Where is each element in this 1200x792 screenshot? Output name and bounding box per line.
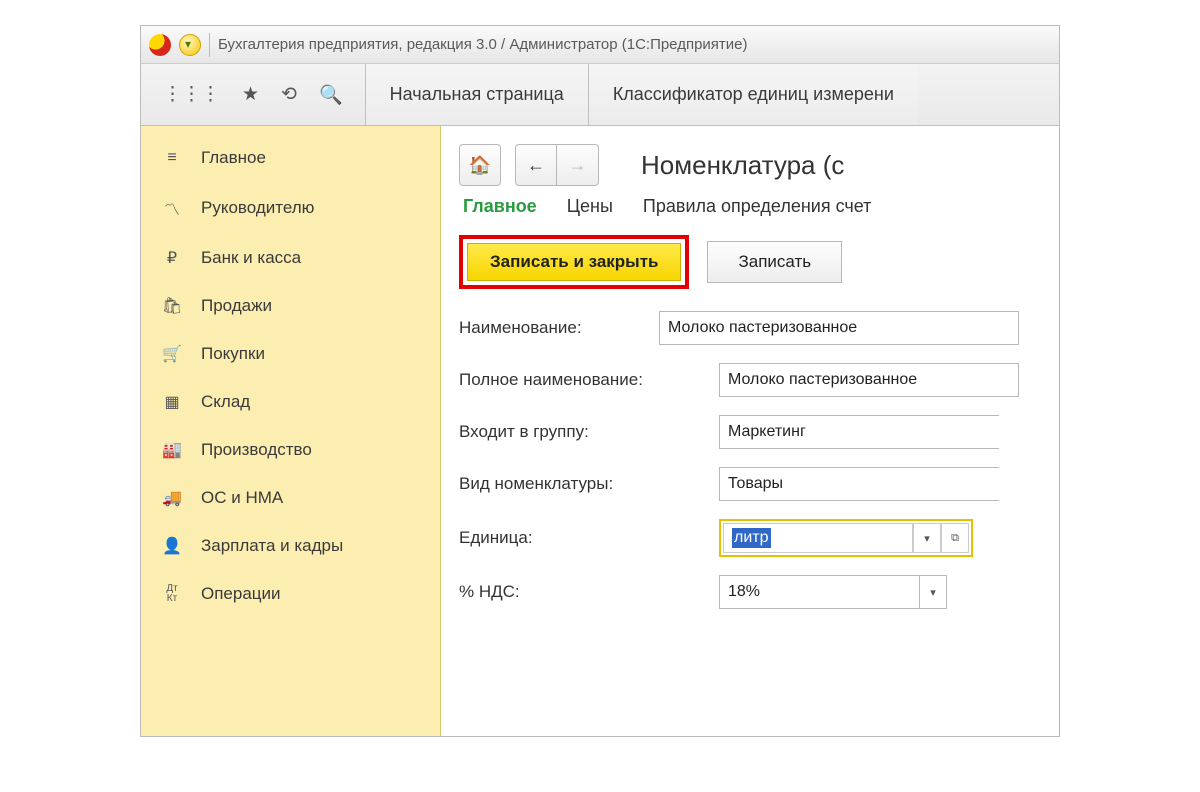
sidebar-item-operations[interactable]: ДтКт Операции [141,570,440,618]
history-icon[interactable]: ⟲ [281,83,297,106]
person-icon: 👤 [161,536,183,556]
page-title: Номенклатура (с [641,150,844,181]
search-icon[interactable]: 🔍 [319,83,343,107]
save-button[interactable]: Записать [707,241,842,283]
back-button[interactable]: ← [515,144,557,186]
highlight-frame: Записать и закрыть [459,235,689,289]
dropdown-icon[interactable] [179,34,201,56]
sidebar-item-label: Производство [201,440,312,460]
sidebar-item-assets[interactable]: 🚚 ОС и НМА [141,474,440,522]
vat-combo[interactable]: 18% ▾ [719,575,947,609]
tab-start-page[interactable]: Начальная страница [365,64,588,125]
sidebar-item-label: Покупки [201,344,265,364]
tabbar: ⋮⋮⋮ ★ ⟲ 🔍 Начальная страница Классификат… [141,64,1059,126]
sidebar-item-label: Руководителю [201,198,314,218]
unit-value-selected: литр [732,528,771,548]
factory-icon: 🏭 [161,440,183,460]
name-label: Наименование: [459,318,659,338]
titlebar: Бухгалтерия предприятия, редакция 3.0 / … [141,26,1059,64]
bag-icon: 🛍 [161,296,183,316]
name-input[interactable]: Молоко пастеризованное [659,311,1019,345]
sidebar-item-warehouse[interactable]: ▦ Склад [141,378,440,426]
window-title: Бухгалтерия предприятия, редакция 3.0 / … [218,36,748,53]
cart-icon: 🛒 [161,344,183,364]
main-content: 🏠 ← → Номенклатура (с Главное Цены Прави… [441,126,1059,736]
ruble-icon: ₽ [161,248,183,268]
sidebar-item-bank[interactable]: ₽ Банк и касса [141,234,440,282]
separator [209,33,210,57]
star-icon[interactable]: ★ [242,83,259,106]
subnav: Главное Цены Правила определения счет [463,196,1059,217]
tab-classifier[interactable]: Классификатор единиц измерени [588,64,918,125]
type-input[interactable]: Товары [719,467,999,501]
subnav-prices[interactable]: Цены [567,196,613,217]
unit-highlight: литр ▾ ⧉ [719,519,973,557]
apps-icon[interactable]: ⋮⋮⋮ [163,83,220,106]
vat-input[interactable]: 18% [719,575,919,609]
type-combo[interactable]: Товары [719,467,999,501]
group-combo[interactable]: Маркетинг [719,415,999,449]
unit-dropdown-icon[interactable]: ▾ [913,523,941,553]
tabbar-icon-group: ⋮⋮⋮ ★ ⟲ 🔍 [141,64,365,125]
dtkt-icon: ДтКт [161,584,183,604]
unit-open-icon[interactable]: ⧉ [941,523,969,553]
menu-icon: ≡ [161,149,183,167]
sidebar-item-hr[interactable]: 👤 Зарплата и кадры [141,522,440,570]
vat-label: % НДС: [459,582,719,602]
truck-icon: 🚚 [161,488,183,508]
window-frame: Бухгалтерия предприятия, редакция 3.0 / … [140,25,1060,737]
group-label: Входит в группу: [459,422,719,442]
group-input[interactable]: Маркетинг [719,415,999,449]
unit-label: Единица: [459,528,719,548]
sidebar-item-label: Банк и касса [201,248,301,268]
subnav-rules[interactable]: Правила определения счет [643,196,871,217]
save-and-close-button[interactable]: Записать и закрыть [467,243,681,281]
full-name-label: Полное наименование: [459,370,719,390]
full-name-input[interactable]: Молоко пастеризованное [719,363,1019,397]
sidebar-item-label: Продажи [201,296,272,316]
app-logo-icon [149,34,171,56]
subnav-main[interactable]: Главное [463,196,537,217]
sidebar-item-manager[interactable]: 〽 Руководителю [141,182,440,234]
sidebar: ≡ Главное 〽 Руководителю ₽ Банк и касса 🛍 Пр… [141,126,441,736]
sidebar-item-label: ОС и НМА [201,488,283,508]
sidebar-item-label: Склад [201,392,250,412]
sidebar-item-main[interactable]: ≡ Главное [141,134,440,182]
forward-button: → [557,144,599,186]
chart-icon: 〽 [161,196,183,220]
vat-dropdown-icon[interactable]: ▾ [919,575,947,609]
sidebar-item-sales[interactable]: 🛍 Продажи [141,282,440,330]
home-button[interactable]: 🏠 [459,144,501,186]
type-label: Вид номенклатуры: [459,474,719,494]
sidebar-item-label: Главное [201,148,266,168]
sidebar-item-purchases[interactable]: 🛒 Покупки [141,330,440,378]
unit-input[interactable]: литр [723,523,913,553]
grid-icon: ▦ [161,392,183,412]
sidebar-item-label: Операции [201,584,281,604]
sidebar-item-production[interactable]: 🏭 Производство [141,426,440,474]
sidebar-item-label: Зарплата и кадры [201,536,343,556]
